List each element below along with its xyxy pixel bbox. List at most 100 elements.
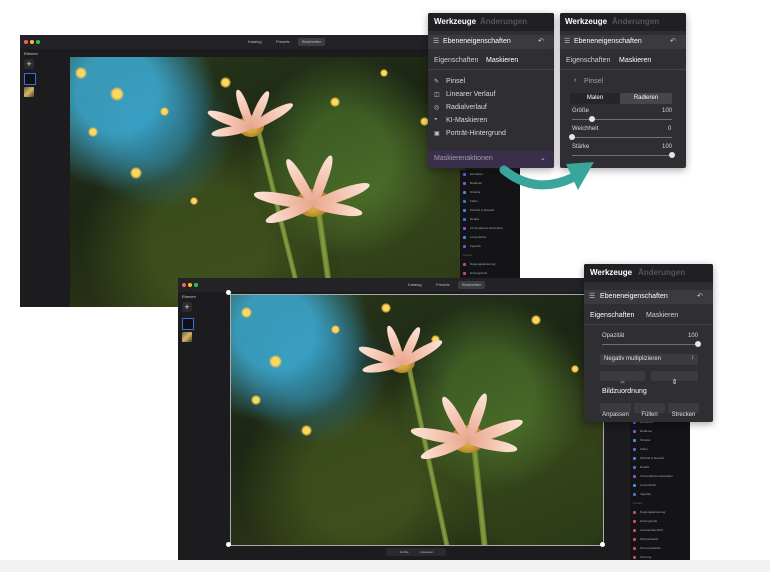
toolbar-edit-2[interactable]: Bearbeiten	[458, 281, 486, 289]
layers-icon-3: ☰	[589, 293, 596, 300]
sidebar-item[interactable]: Neigungsänderung	[460, 260, 520, 269]
sidebar-item[interactable]: Struktur	[630, 436, 690, 445]
sidebar-item[interactable]: Chromatische Aberration	[630, 472, 690, 481]
tab-mask-2[interactable]: Maskieren	[619, 57, 651, 64]
mask-item-ai[interactable]: KI-Maskieren	[446, 117, 487, 124]
tab-properties[interactable]: Eigenschaften	[434, 57, 478, 64]
adjustment-icon	[633, 448, 636, 451]
sidebar-item[interactable]: Chromatische Aberration	[460, 224, 520, 233]
transform-handle-tl[interactable]	[226, 290, 231, 295]
fit-button-strecken[interactable]: Strecken	[668, 403, 699, 418]
tab-changes-2[interactable]: Änderungen	[612, 17, 659, 26]
opacity-value: 100	[688, 333, 699, 339]
chevron-left-icon[interactable]: ‹	[574, 77, 576, 84]
sidebar-item[interactable]: Details	[460, 215, 520, 224]
tab-tools[interactable]: Werkzeuge	[434, 17, 476, 26]
fit-button-fuellen-label: Füllen	[641, 412, 658, 418]
transform-handle-bl[interactable]	[226, 542, 231, 547]
tab-properties-2[interactable]: Eigenschaften	[566, 57, 610, 64]
toolbar-catalog[interactable]: Katalog	[244, 38, 266, 46]
zoom-window-button[interactable]	[36, 40, 40, 44]
fit-button[interactable]: Anpassen	[416, 548, 437, 556]
sidebar-item[interactable]: Linsenfehler	[460, 233, 520, 242]
flip-horizontal-icon: ⇔	[619, 379, 626, 386]
sidebar-item-label: Hintergründe	[470, 271, 488, 275]
sidebar-item[interactable]: Schärfe & Rausch.	[630, 454, 690, 463]
toolbar-presets-2[interactable]: Presets	[432, 281, 454, 289]
mode-paint[interactable]: Malen	[570, 95, 620, 101]
sidebar-item[interactable]: Schärfe & Rausch.	[460, 206, 520, 215]
sidebar-item[interactable]: Hintergründe	[630, 517, 690, 526]
sidebar-item[interactable]: Radieren	[630, 427, 690, 436]
adjustment-icon	[463, 218, 466, 221]
mask-item-portrait[interactable]: Porträt-Hintergrund	[446, 130, 506, 137]
tab-properties-3[interactable]: Eigenschaften	[590, 312, 634, 319]
sidebar-item[interactable]: Sonnenstrahlen	[630, 544, 690, 553]
blend-mode-select[interactable]: Negativ multiplizieren ↕	[600, 354, 698, 365]
size-slider-knob[interactable]	[589, 116, 595, 122]
tab-mask[interactable]: Maskieren	[486, 57, 518, 64]
layer-thumb-2-2[interactable]	[182, 332, 192, 342]
sidebar-item[interactable]: Hintergründe	[460, 269, 520, 278]
adjustment-icon	[633, 484, 636, 487]
sidebar-item-label: Sonnenstrahlen	[640, 546, 662, 550]
size-button[interactable]: Größe	[396, 548, 413, 556]
tab-tools-2[interactable]: Werkzeuge	[565, 17, 607, 26]
mask-actions[interactable]: Maskierenaktionen	[434, 155, 493, 162]
toolbar-edit[interactable]: Bearbeiten	[298, 38, 326, 46]
zoom-window-button-2[interactable]	[194, 283, 198, 287]
sidebar-item[interactable]: Linsenfehler	[630, 481, 690, 490]
select-arrows-icon: ↕	[691, 355, 694, 361]
minimize-window-button[interactable]	[30, 40, 34, 44]
add-layer-button-2[interactable]: +	[182, 302, 192, 312]
sidebar-item[interactable]: Vignette	[630, 490, 690, 499]
tab-mask-3[interactable]: Maskieren	[646, 312, 678, 319]
layers-title: Ebenen	[24, 51, 38, 56]
toolbar-catalog-2[interactable]: Katalog	[404, 281, 426, 289]
undo-icon[interactable]: ↶	[538, 37, 544, 45]
close-window-button[interactable]	[24, 40, 28, 44]
fit-button-fuellen[interactable]: Füllen	[634, 403, 665, 418]
flip-horizontal-button[interactable]: ⇔	[600, 371, 645, 386]
sidebar-item[interactable]: Atmosphärenlicht	[630, 526, 690, 535]
layer-thumb-1[interactable]	[24, 73, 36, 85]
layer-thumb-2-1[interactable]	[182, 318, 194, 330]
sidebar-item[interactable]: Schwarzweiß	[630, 535, 690, 544]
arrow-connector	[499, 162, 594, 190]
opacity-slider[interactable]	[602, 344, 698, 345]
sidebar-item[interactable]: Farbe	[630, 445, 690, 454]
undo-icon-3[interactable]: ↶	[697, 292, 703, 300]
sidebar-item[interactable]: Details	[630, 463, 690, 472]
layer-thumb-2[interactable]	[24, 87, 34, 97]
mode-erase[interactable]: Radieren	[620, 93, 672, 104]
sidebar-item[interactable]: Körnung	[630, 553, 690, 560]
tab-tools-3[interactable]: Werkzeuge	[590, 268, 632, 277]
photo-canvas-bottom[interactable]	[230, 294, 604, 546]
tab-changes[interactable]: Änderungen	[480, 17, 527, 26]
brush-mode-toggle: Malen Radieren	[570, 93, 672, 104]
opacity-slider-knob[interactable]	[695, 341, 701, 347]
minimize-window-button-2[interactable]	[188, 283, 192, 287]
adjustment-icon	[633, 520, 636, 523]
adjustment-icon	[463, 263, 466, 266]
sidebar-item[interactable]: Vignette	[460, 242, 520, 251]
mask-item-brush[interactable]: Pinsel	[446, 78, 465, 85]
flip-vertical-button[interactable]: ⇕	[651, 371, 698, 386]
sidebar-item[interactable]: Neigungsänderung	[630, 508, 690, 517]
tab-changes-3[interactable]: Änderungen	[638, 268, 685, 277]
mask-item-linear[interactable]: Linearer Verlauf	[446, 91, 495, 98]
adjustment-icon	[633, 529, 636, 532]
strength-slider-knob[interactable]	[669, 152, 675, 158]
transform-handle-br[interactable]	[600, 542, 605, 547]
fit-button-anpassen[interactable]: Anpassen	[600, 403, 631, 418]
photo-canvas-top[interactable]	[70, 57, 465, 307]
size-slider[interactable]	[572, 119, 672, 120]
mask-item-radial[interactable]: Radialverlauf	[446, 104, 487, 111]
close-window-button-2[interactable]	[182, 283, 186, 287]
adjustment-icon	[463, 182, 466, 185]
back-to-brush[interactable]: Pinsel	[584, 78, 603, 85]
softness-slider[interactable]	[572, 137, 672, 138]
toolbar-presets[interactable]: Presets	[272, 38, 294, 46]
undo-icon-2[interactable]: ↶	[670, 37, 676, 45]
add-layer-button[interactable]: +	[24, 59, 34, 69]
